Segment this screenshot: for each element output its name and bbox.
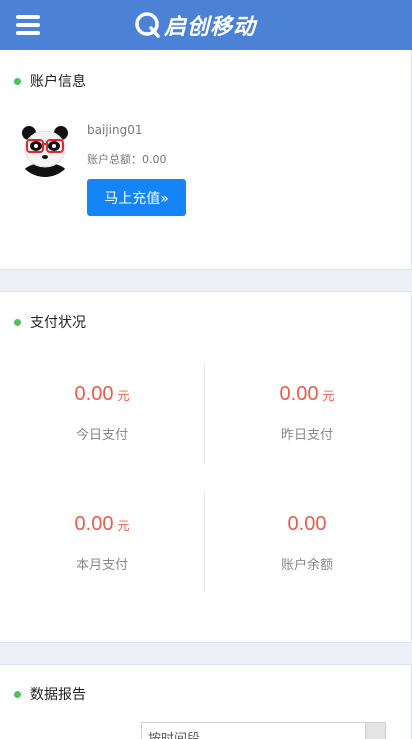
stat-unit: 元 [117,519,130,533]
stat-amount: 0.00 [279,383,319,405]
stat-label: 账户余额 [280,558,333,573]
account-total-text: 账户总额：0.00 [87,153,167,166]
green-dot-icon [14,77,21,85]
stat-unit: 元 [117,389,130,403]
data-report-card: 数据报告 按时间段 [0,664,412,739]
stat-yesterday-pay: 0.00 元 昨日支付 [205,383,409,443]
section-header: 数据报告 [14,684,86,704]
stat-month-pay: 0.00 元 本月支付 [0,513,204,573]
avatar [16,119,74,177]
green-dot-icon [14,318,21,326]
stat-label: 本月支付 [75,558,128,573]
time-range-select[interactable]: 按时间段 [141,722,386,739]
stat-account-balance: 0.00 账户余额 [205,513,409,573]
green-dot-icon [14,690,21,698]
recharge-button[interactable]: 马上充值» [87,179,186,216]
section-title: 数据报告 [30,687,86,703]
app-logo[interactable]: 启创移动 [134,9,256,41]
account-info-card: 账户信息 baijing01 账户总额：0.00 马上充值» [0,50,412,270]
username: baijing01 [87,123,143,137]
stat-label: 今日支付 [75,428,128,443]
payment-status-card: 支付状况 0.00 元 今日支付 0.00 元 昨日支付 0.00 元 本月支付 0.… [0,291,412,643]
stat-label: 昨日支付 [280,428,333,443]
logo-q-icon [135,12,160,38]
dropdown-arrow-icon[interactable] [365,723,385,739]
stat-amount: 0.00 [74,513,114,535]
logo-text: 启创移动 [164,15,257,40]
section-title: 账户信息 [30,74,86,90]
stat-today-pay: 0.00 元 今日支付 [0,383,204,443]
section-header: 支付状况 [14,312,86,332]
section-title: 支付状况 [30,315,86,331]
select-value: 按时间段 [148,728,200,739]
hamburger-menu-icon[interactable] [16,15,40,35]
section-header: 账户信息 [14,71,86,91]
panda-avatar-icon [16,119,74,177]
stat-amount: 0.00 [287,513,327,535]
stat-unit: 元 [322,389,335,403]
stat-amount: 0.00 [74,383,114,405]
top-bar: 启创移动 [0,0,412,50]
